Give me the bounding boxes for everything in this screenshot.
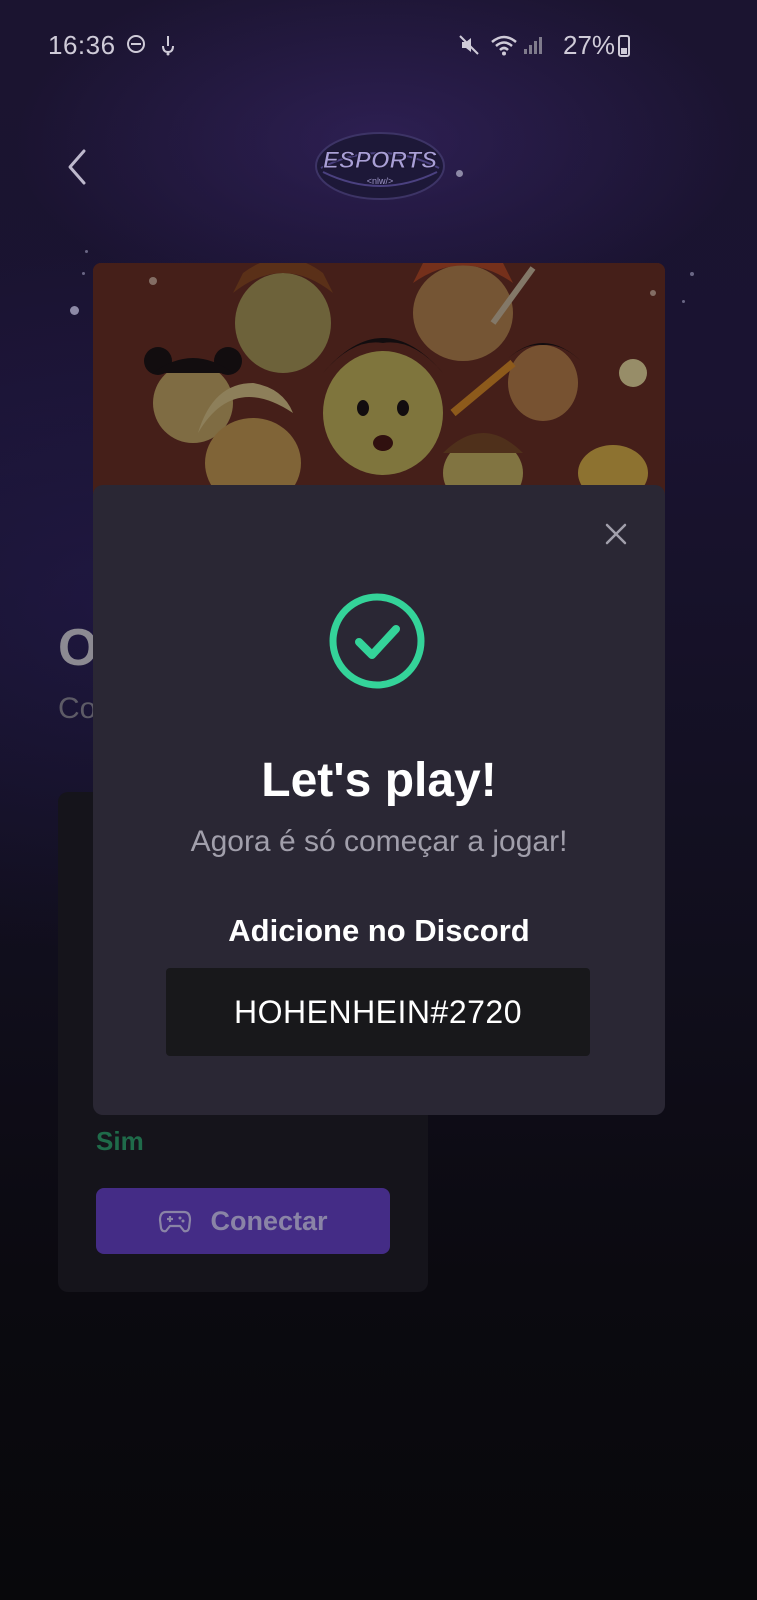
discord-tag[interactable]: HOHENHEIN#2720 — [166, 968, 590, 1056]
esports-logo: ESPORTS <nlw/> — [313, 128, 447, 208]
status-time: 16:36 — [48, 30, 116, 60]
star-decoration — [690, 272, 694, 276]
battery-percent: 27% — [563, 30, 616, 60]
back-button[interactable] — [60, 145, 100, 189]
gamepad-icon — [159, 1210, 192, 1233]
svg-text:<nlw/>: <nlw/> — [367, 176, 394, 186]
star-decoration — [682, 300, 685, 303]
star-decoration — [85, 250, 88, 253]
status-bar: 16:36 27% — [0, 0, 757, 96]
discord-label: Adicione no Discord — [228, 913, 530, 948]
close-button[interactable] — [603, 521, 629, 547]
connect-button-label: Conectar — [210, 1205, 328, 1236]
do-not-disturb-icon — [126, 34, 146, 60]
mute-icon — [458, 34, 480, 62]
star-decoration — [82, 272, 85, 275]
close-icon — [605, 523, 627, 545]
game-banner-image — [93, 263, 665, 495]
battery-icon — [618, 35, 630, 57]
voice-channel-value: Sim — [96, 1126, 144, 1156]
signal-icon — [522, 34, 544, 62]
notification-icon — [158, 34, 178, 62]
star-decoration — [70, 306, 79, 315]
chevron-left-icon — [68, 149, 86, 185]
modal-title: Let's play! — [261, 754, 497, 807]
wifi-icon — [490, 34, 518, 62]
check-circle-icon — [327, 591, 427, 691]
game-subtitle: Co — [58, 692, 97, 725]
connect-button[interactable]: Conectar — [96, 1188, 390, 1254]
success-modal: Let's play! Agora é só começar a jogar! … — [93, 485, 665, 1115]
discord-tag-text: HOHENHEIN#2720 — [234, 993, 522, 1030]
svg-text:ESPORTS: ESPORTS — [323, 147, 437, 174]
star-decoration — [456, 170, 463, 177]
modal-subtitle: Agora é só começar a jogar! — [190, 825, 568, 858]
